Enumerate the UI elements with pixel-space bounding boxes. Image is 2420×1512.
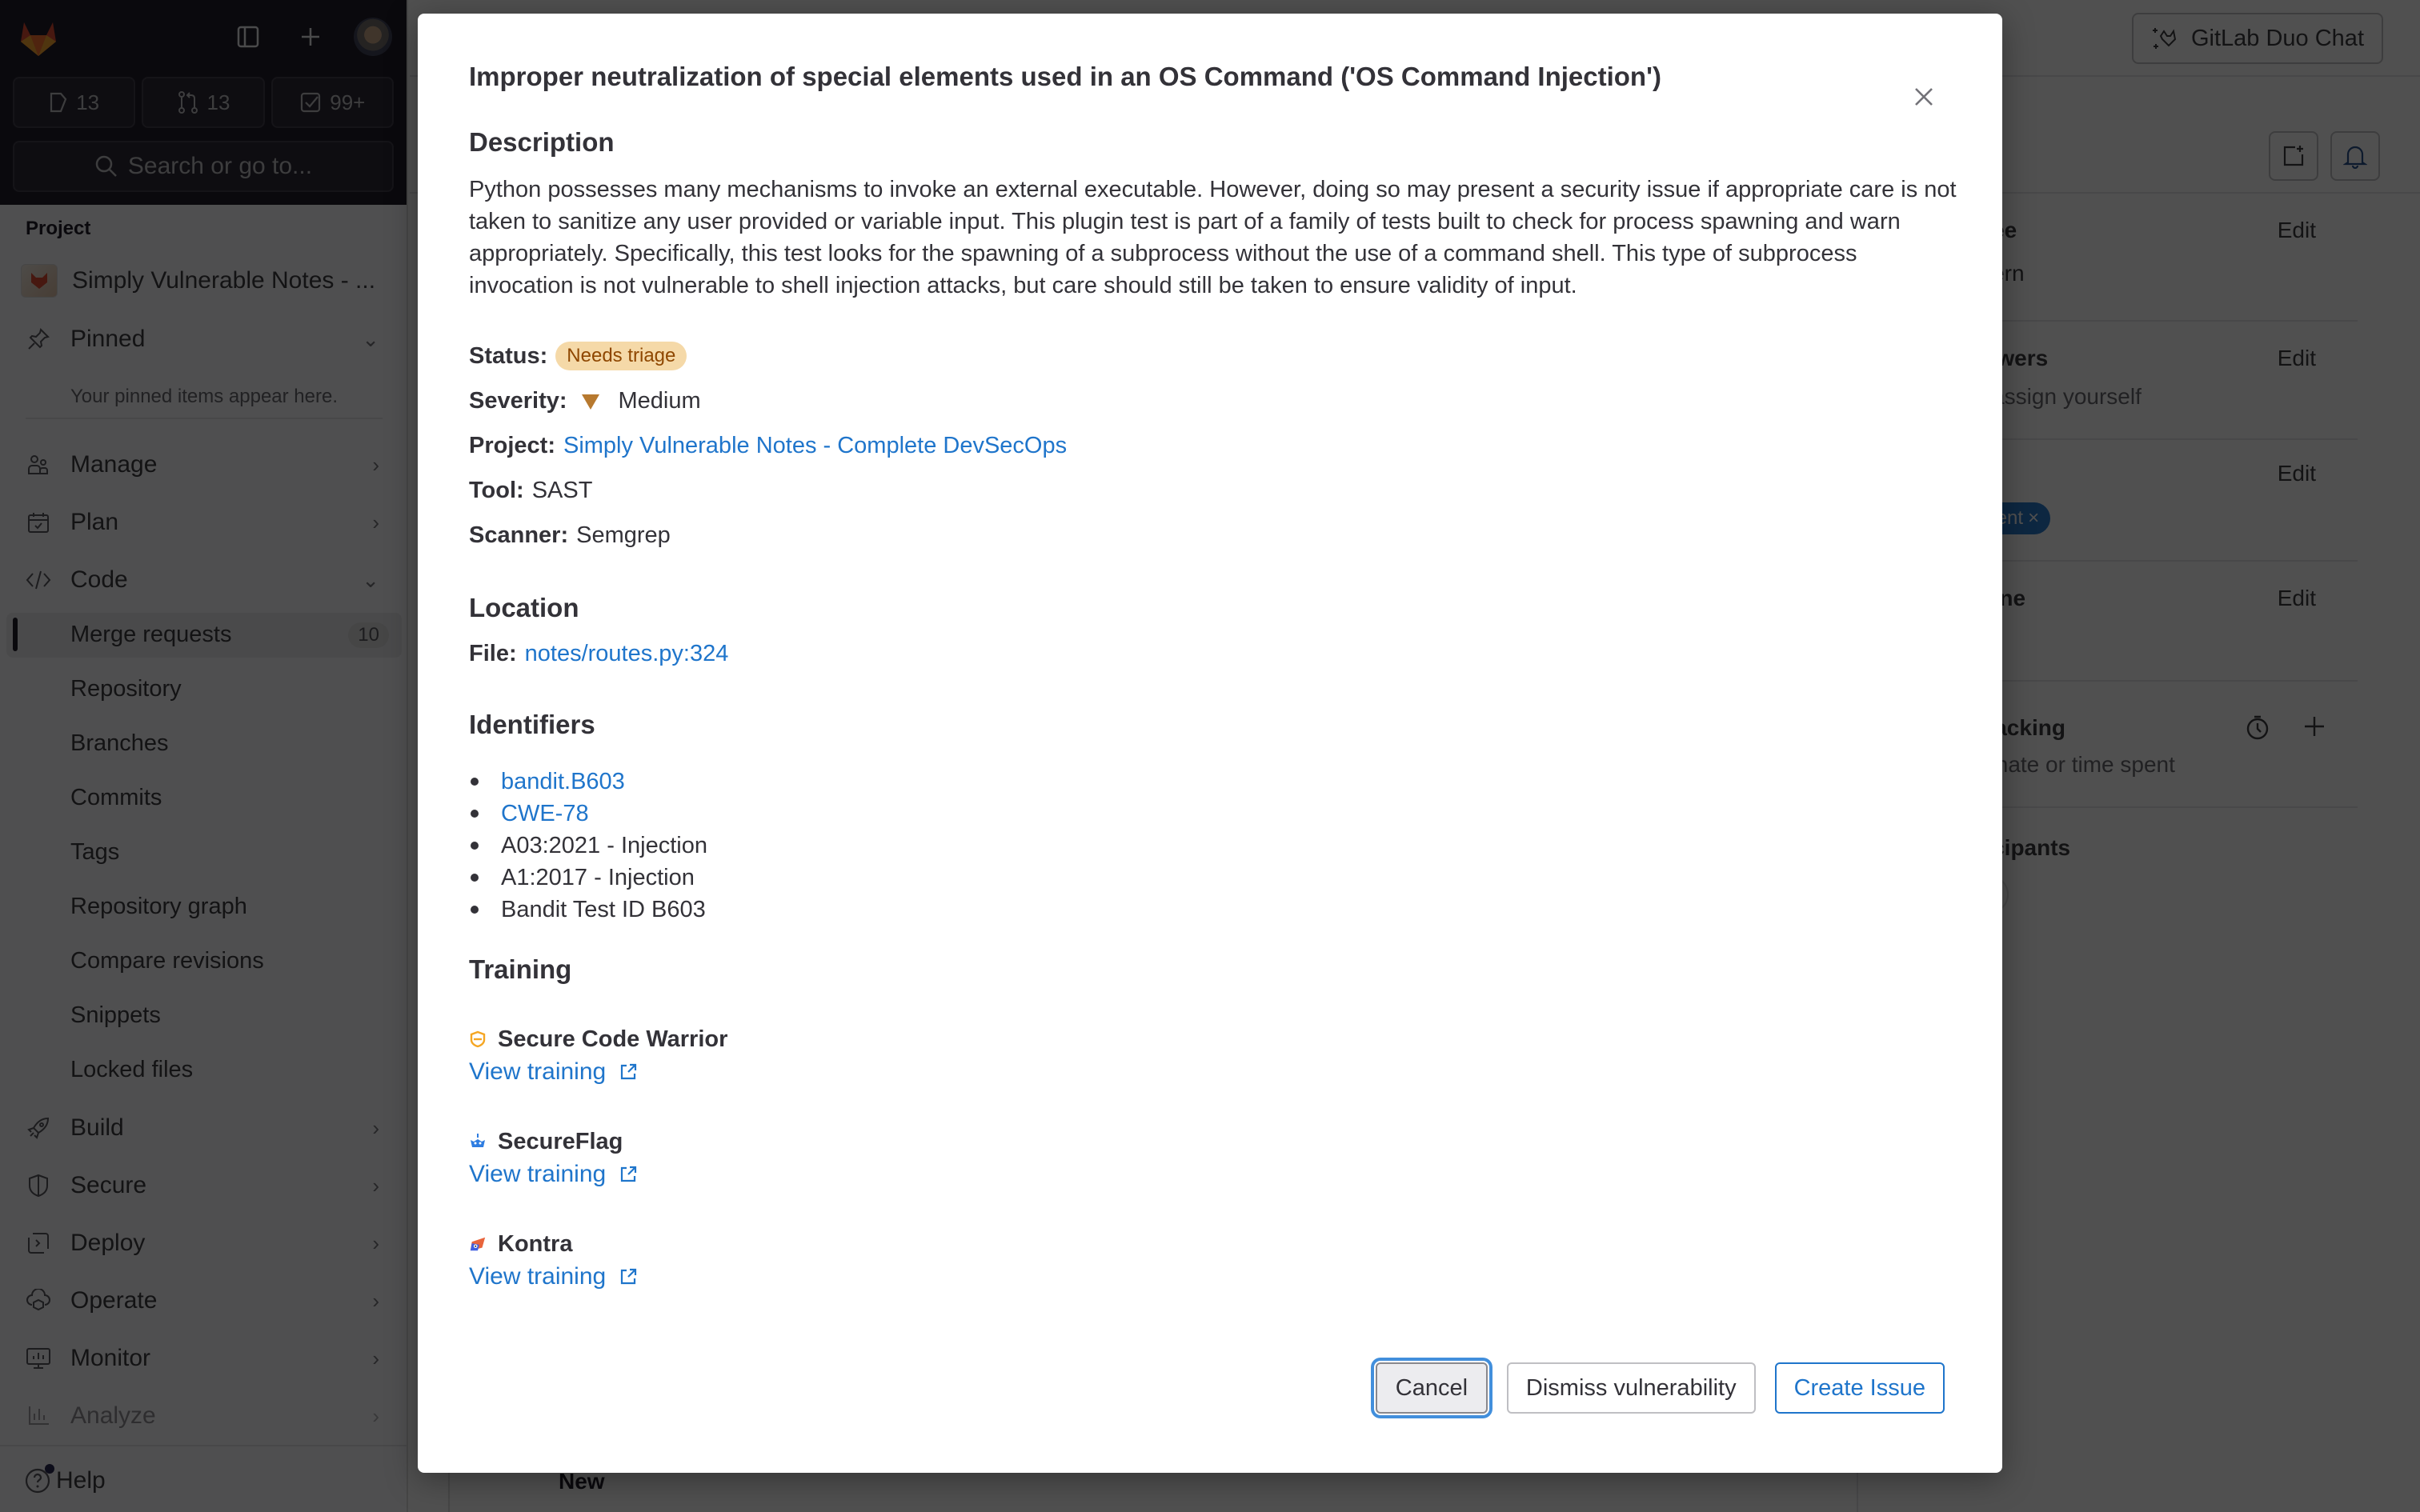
identifier-item: A1:2017 - Injection: [469, 862, 707, 894]
file-label: File:: [469, 641, 517, 666]
project-link[interactable]: Simply Vulnerable Notes - Complete DevSe…: [563, 433, 1067, 459]
identifier-text: A1:2017 - Injection: [501, 865, 695, 890]
view-training-link[interactable]: View training: [469, 1158, 638, 1191]
scanner-value: Semgrep: [576, 522, 671, 548]
view-training-label: View training: [469, 1058, 607, 1085]
training-item-kontra: Kontra View training: [469, 1228, 638, 1294]
external-link-icon: [621, 1268, 637, 1285]
close-icon: [1915, 88, 1933, 106]
tool-value: SAST: [531, 478, 593, 503]
identifier-item: Bandit Test ID B603: [469, 894, 707, 926]
external-link-icon: [621, 1166, 637, 1182]
description-heading: Description: [469, 127, 615, 157]
modal-footer: Cancel Dismiss vulnerability Create Issu…: [1375, 1362, 1945, 1414]
vulnerability-modal: Improper neutralization of special eleme…: [418, 14, 2002, 1473]
modal-title: Improper neutralization of special eleme…: [469, 62, 1661, 91]
project-row: Project: Simply Vulnerable Notes - Compl…: [469, 433, 1067, 459]
tool-row: Tool: SAST: [469, 478, 592, 504]
tool-label: Tool:: [469, 478, 524, 503]
status-label: Status:: [469, 342, 548, 369]
scanner-label: Scanner:: [469, 522, 569, 548]
status-row: Status: Needs triage: [469, 342, 687, 370]
view-training-link[interactable]: View training: [469, 1055, 727, 1089]
file-link[interactable]: notes/routes.py:324: [525, 641, 729, 667]
identifier-item: bandit.B603: [469, 766, 707, 798]
identifier-text: Bandit Test ID B603: [501, 897, 706, 922]
view-training-label: View training: [469, 1161, 607, 1187]
training-item-secure-code-warrior: Secure Code Warrior View training: [469, 1023, 727, 1089]
cancel-button[interactable]: Cancel: [1375, 1362, 1488, 1414]
identifiers-list: bandit.B603 CWE-78 A03:2021 - Injection …: [469, 766, 707, 926]
view-training-label: View training: [469, 1263, 607, 1290]
external-link-icon: [621, 1063, 637, 1080]
identifier-text: A03:2021 - Injection: [501, 833, 707, 858]
training-item-secureflag: SecureFlag View training: [469, 1126, 638, 1191]
status-badge: Needs triage: [555, 342, 687, 370]
secureflag-icon: [469, 1133, 487, 1150]
identifier-item: A03:2021 - Injection: [469, 830, 707, 862]
training-heading: Training: [469, 954, 572, 984]
secure-code-warrior-icon: [469, 1030, 487, 1048]
training-vendor-name: SecureFlag: [498, 1128, 623, 1154]
identifiers-heading: Identifiers: [469, 710, 595, 739]
file-row: File: notes/routes.py:324: [469, 641, 728, 667]
severity-medium-icon: [581, 394, 599, 410]
project-label: Project:: [469, 433, 555, 458]
dismiss-vulnerability-button[interactable]: Dismiss vulnerability: [1506, 1362, 1756, 1414]
create-issue-button[interactable]: Create Issue: [1774, 1362, 1945, 1414]
identifier-item: CWE-78: [469, 798, 707, 830]
close-button[interactable]: [1909, 82, 1938, 111]
severity-value: Medium: [618, 388, 701, 414]
severity-label: Severity:: [469, 388, 567, 414]
training-vendor-name: Kontra: [498, 1230, 573, 1257]
view-training-link[interactable]: View training: [469, 1260, 638, 1294]
description-text: Python possesses many mechanisms to invo…: [469, 177, 1957, 298]
location-heading: Location: [469, 593, 579, 622]
identifier-link-bandit[interactable]: bandit.B603: [501, 766, 625, 798]
identifier-link-cwe[interactable]: CWE-78: [501, 798, 589, 830]
severity-row: Severity: Medium: [469, 388, 701, 414]
scanner-row: Scanner: Semgrep: [469, 522, 671, 549]
training-vendor-name: Secure Code Warrior: [498, 1026, 728, 1052]
kontra-icon: [469, 1235, 487, 1253]
